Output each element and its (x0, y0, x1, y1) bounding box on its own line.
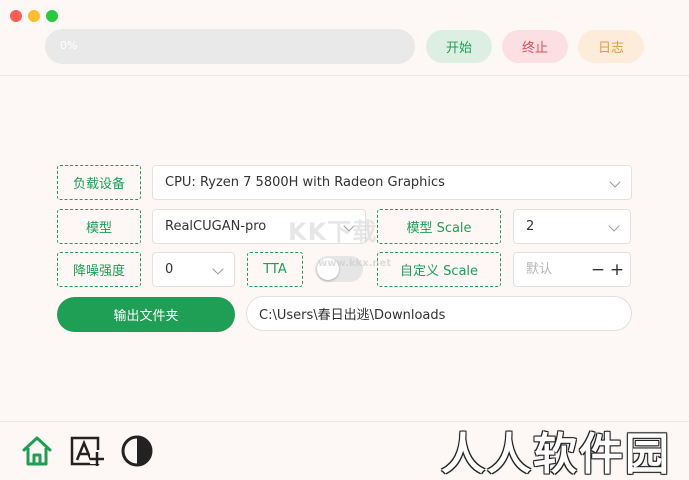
tta-toggle[interactable] (315, 256, 363, 282)
denoise-select[interactable]: 0 (152, 252, 235, 287)
chevron-down-icon (343, 220, 355, 232)
progress-bar: 0% (45, 29, 415, 64)
device-label: 负载设备 (57, 165, 141, 200)
toggle-knob (317, 258, 339, 280)
device-select[interactable]: CPU: Ryzen 7 5800H with Radeon Graphics (152, 165, 632, 200)
device-value: CPU: Ryzen 7 5800H with Radeon Graphics (165, 175, 445, 190)
tta-label: TTA (247, 252, 303, 287)
window-controls (10, 10, 58, 22)
model-scale-label: 模型 Scale (377, 209, 501, 244)
close-window-button[interactable] (10, 10, 22, 22)
chevron-down-icon (609, 176, 621, 188)
model-scale-value: 2 (526, 219, 535, 234)
custom-scale-input[interactable] (526, 262, 586, 277)
output-path-field[interactable]: C:\Users\春日出逃\Downloads (246, 296, 632, 331)
denoise-value: 0 (165, 262, 174, 277)
top-divider (0, 75, 689, 76)
custom-scale-stepper: − + (513, 252, 631, 287)
theme-contrast-icon[interactable] (120, 434, 154, 468)
watermark-corner: 人人软件园 (441, 429, 671, 480)
chevron-down-icon (608, 220, 620, 232)
home-icon[interactable] (20, 434, 54, 468)
app-window: 0% 开始 终止 日志 负载设备 CPU: Ryzen 7 5800H with… (0, 0, 689, 480)
denoise-label: 降噪强度 (57, 252, 141, 287)
model-select[interactable]: RealCUGAN-pro (152, 209, 366, 244)
log-button[interactable]: 日志 (578, 30, 644, 63)
model-value: RealCUGAN-pro (165, 219, 267, 234)
output-path-value: C:\Users\春日出逃\Downloads (259, 308, 446, 323)
output-folder-button[interactable]: 输出文件夹 (57, 297, 235, 332)
model-scale-select[interactable]: 2 (513, 209, 631, 244)
increment-button[interactable]: + (608, 259, 626, 281)
custom-scale-label: 自定义 Scale (377, 252, 501, 287)
model-label: 模型 (57, 209, 141, 244)
decrement-button[interactable]: − (589, 259, 607, 281)
bottom-divider (0, 421, 689, 422)
progress-text: 0% (60, 39, 78, 52)
minimize-window-button[interactable] (28, 10, 40, 22)
stop-button[interactable]: 终止 (502, 30, 568, 63)
image-text-add-icon[interactable] (70, 434, 104, 468)
start-button[interactable]: 开始 (426, 30, 492, 63)
chevron-down-icon (212, 263, 224, 275)
maximize-window-button[interactable] (46, 10, 58, 22)
